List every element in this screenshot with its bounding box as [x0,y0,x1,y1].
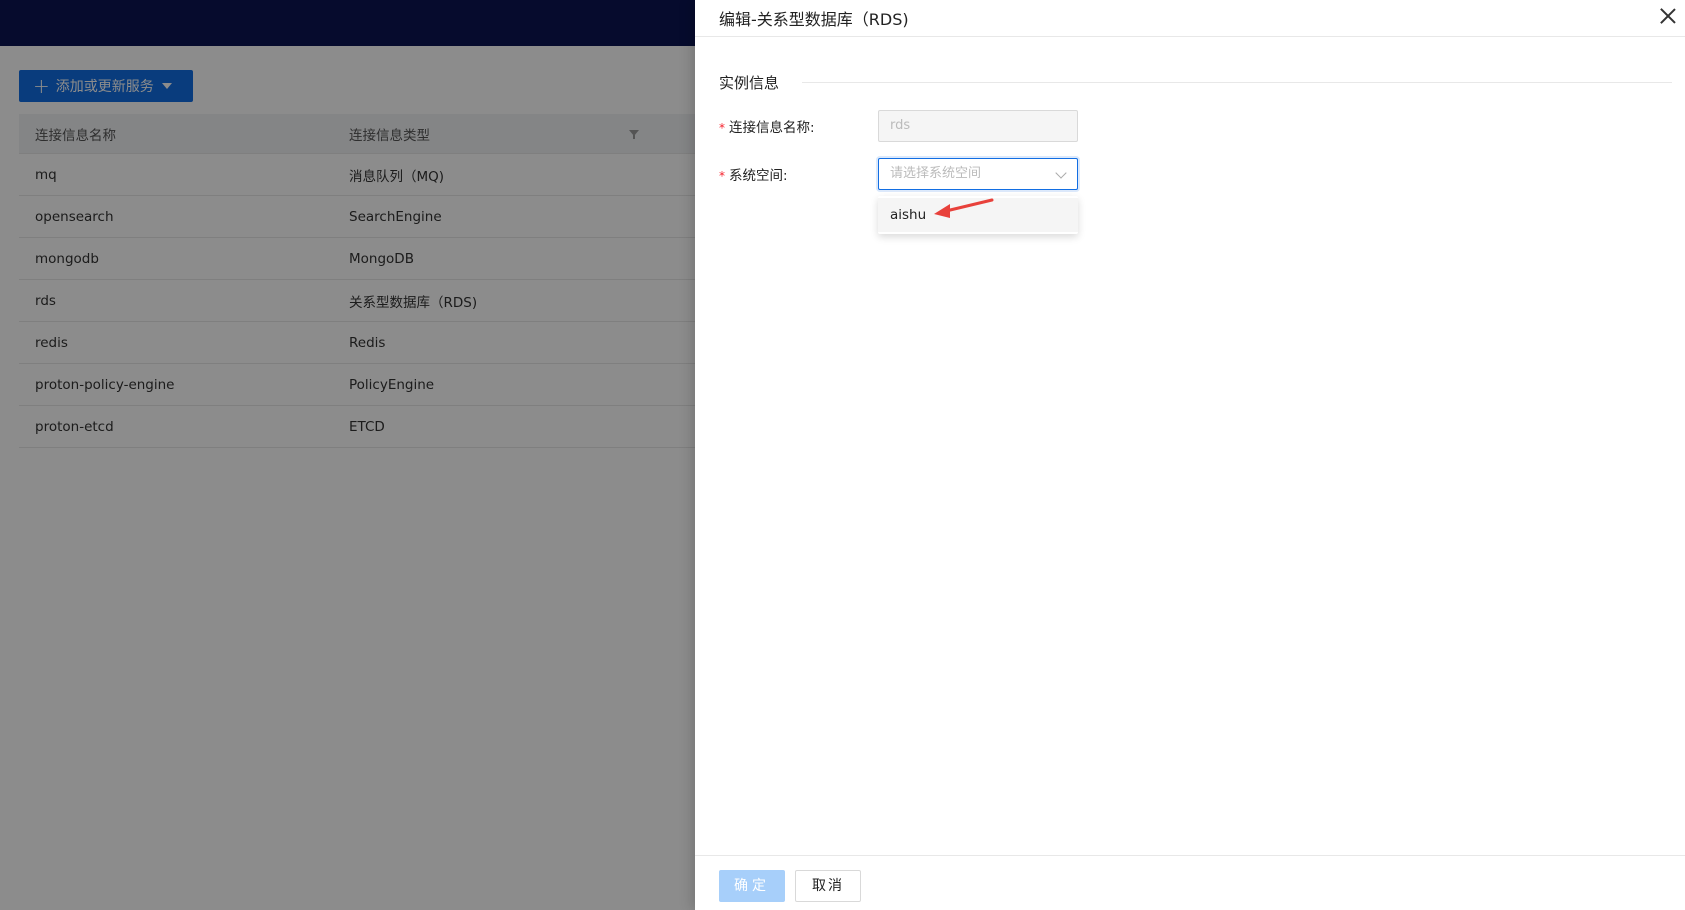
close-icon[interactable] [1659,7,1677,25]
space-field-label: * 系统空间: [719,168,788,184]
chevron-down-icon [1055,167,1067,179]
section-divider [802,82,1672,83]
select-placeholder: 请选择系统空间 [890,166,982,181]
drawer-title: 编辑-关系型数据库（RDS) [719,10,909,29]
cancel-button[interactable]: 取消 [795,870,861,902]
system-space-select[interactable]: 请选择系统空间 [878,158,1078,190]
confirm-button[interactable]: 确定 [719,870,785,902]
edit-drawer: 编辑-关系型数据库（RDS) 实例信息 * 连接信息名称: rds * 系统空间: … [695,0,1685,910]
name-field-label: * 连接信息名称: [719,120,815,136]
drawer-header: 编辑-关系型数据库（RDS) [695,0,1685,37]
annotation-arrow-icon [934,198,994,218]
required-asterisk: * [719,121,725,135]
drawer-footer: 确定 取消 [695,855,1685,910]
required-asterisk: * [719,169,725,183]
section-title: 实例信息 [719,74,780,92]
connection-name-input[interactable]: rds [878,110,1078,142]
